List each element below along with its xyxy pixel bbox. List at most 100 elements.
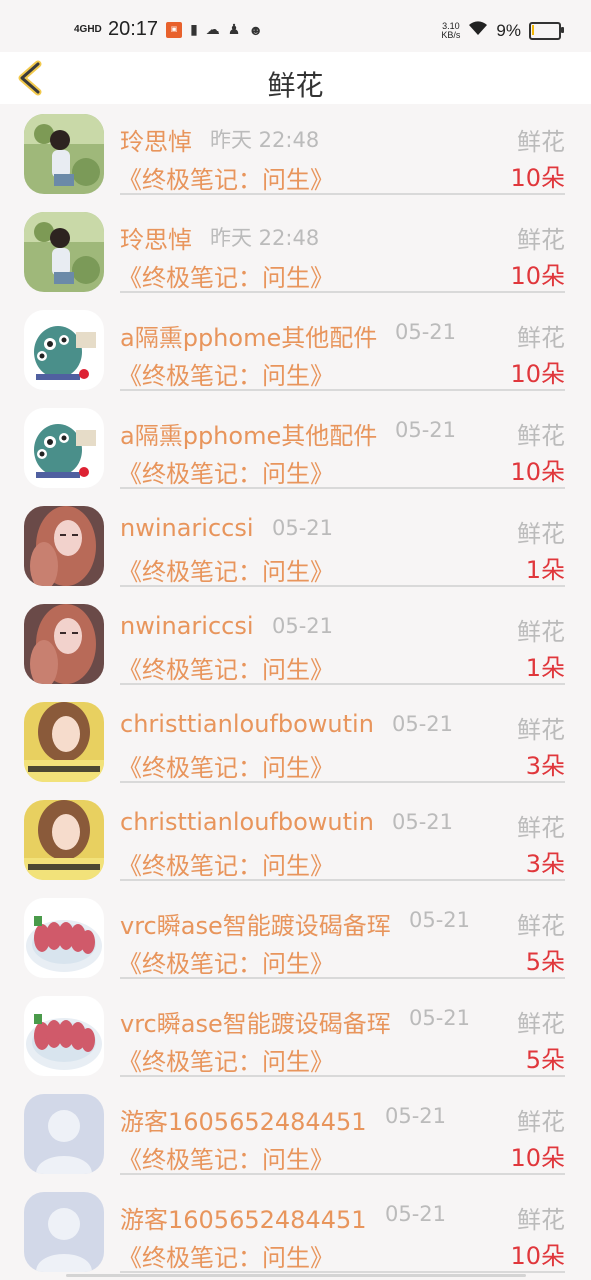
app-notification-icon: ▣ [166,21,183,38]
book-title: 《终极笔记：问生》 [118,460,334,488]
timestamp: 05-21 [395,418,457,442]
gift-type: 鲜花 [517,716,565,744]
user-name: nwinariccsi [120,514,254,542]
avatar[interactable] [24,702,104,782]
book-title: 《终极笔记：问生》 [118,754,334,782]
timestamp: 05-21 [395,320,457,344]
user-name: 游客1605652484451 [120,1206,367,1234]
timestamp: 昨天 22:48 [210,128,320,152]
user-name: christtianloufbowutin [120,808,374,836]
gift-type: 鲜花 [517,520,565,548]
gift-count: 10朵 [510,262,565,290]
avatar[interactable] [24,1192,104,1272]
list-item[interactable]: vrc瞬ase智能踱设碣备珲 05-21 鲜花《终极笔记：问生》 5朵 [0,986,591,1084]
avatar[interactable] [24,506,104,586]
gift-type: 鲜花 [517,324,565,352]
list-item[interactable]: 游客1605652484451 05-21 鲜花 《终极笔记：问生》 10朵 [0,1182,591,1280]
book-title: 《终极笔记：问生》 [118,166,334,194]
gift-type: 鲜花 [517,912,565,940]
gift-count: 3朵 [525,752,565,780]
gift-count: 10朵 [510,360,565,388]
avatar[interactable] [24,898,104,978]
gift-list: 玲思悼 昨天 22:48 鲜花 《终极笔记：问生》 10朵 玲思悼 昨天 22:48 鲜花 《终… [0,104,591,1280]
gift-type: 鲜花 [517,128,565,156]
row-divider [120,487,565,489]
timestamp: 05-21 [385,1104,447,1128]
list-item[interactable]: christtianloufbowutin 05-21 鲜花《终极笔记：问生》 3朵 [0,692,591,790]
clock: 20:17 [108,18,159,40]
timestamp: 05-21 [392,712,454,736]
avatar[interactable] [24,310,104,390]
avatar[interactable] [24,212,104,292]
gift-count: 5朵 [525,948,565,976]
book-title: 《终极笔记：问生》 [118,1146,334,1174]
cloud-icon: ☁ [205,21,220,37]
list-item[interactable]: a隔熏pphome其他配件 05-21 鲜花 《终极笔记：问生》 10朵 [0,300,591,398]
user-name: vrc瞬ase智能踱设碣备珲 [120,1010,391,1038]
battery-level [532,24,534,35]
user-name: nwinariccsi [120,612,254,640]
timestamp: 05-21 [272,614,334,638]
gift-count: 10朵 [510,1242,565,1270]
row-divider [120,1271,565,1273]
navigation-bar: 鲜花 [0,52,591,104]
avatar[interactable] [24,1094,104,1174]
timestamp: 昨天 22:48 [210,226,320,250]
sim-icon: ▮ [190,21,198,37]
user-name: vrc瞬ase智能踱设碣备珲 [120,912,391,940]
row-divider [120,781,565,783]
gift-count: 1朵 [525,654,565,682]
avatar[interactable] [24,800,104,880]
list-item[interactable]: christtianloufbowutin 05-21 鲜花 《终极笔记：问生》 3朵 [0,790,591,888]
list-item[interactable]: vrc瞬ase智能踱设碣备珲 05-21 鲜花 《终极笔记：问生》 5朵 [0,888,591,986]
book-title: 《终极笔记：问生》 [118,558,334,586]
list-item[interactable]: nwinariccsi 05-21 鲜花 《终极笔记：问生》 1朵 [0,496,591,594]
gift-type: 鲜花 [517,1206,565,1234]
gift-count: 5朵 [525,1046,565,1074]
avatar[interactable] [24,604,104,684]
user-name: 游客1605652484451 [120,1108,367,1136]
row-divider [120,977,565,979]
user-name: 玲思悼 [120,128,192,156]
user-name: 玲思悼 [120,226,192,254]
row-divider [120,879,565,881]
list-item[interactable]: a隔熏pphome其他配件 05-21 鲜花 《终极笔记：问生》 10朵 [0,398,591,496]
battery-percent: 9% [496,20,521,40]
row-divider [120,683,565,685]
avatar[interactable] [24,408,104,488]
row-divider [120,193,565,195]
page-title: 鲜花 [267,69,324,102]
row-divider [120,291,565,293]
row-divider [120,585,565,587]
user-name: christtianloufbowutin [120,710,374,738]
book-title: 《终极笔记：问生》 [118,950,334,978]
network-speed: 3.10 KB/s [441,20,461,40]
battery-icon [529,21,564,40]
user-name: a隔熏pphome其他配件 [120,324,378,352]
home-indicator [66,1274,526,1277]
gift-type: 鲜花 [517,1010,565,1038]
gift-type: 鲜花 [517,618,565,646]
avatar[interactable] [24,996,104,1076]
network-indicator: 4GHD [74,23,102,35]
timestamp: 05-21 [272,516,334,540]
book-title: 《终极笔记：问生》 [118,852,334,880]
gift-count: 10朵 [510,1144,565,1172]
row-divider [120,1173,565,1175]
avatar[interactable] [24,114,104,194]
user-name: a隔熏pphome其他配件 [120,422,378,450]
book-title: 《终极笔记：问生》 [118,1048,334,1076]
book-title: 《终极笔记：问生》 [118,656,334,684]
list-item[interactable]: 游客1605652484451 05-21 鲜花 《终极笔记：问生》 10朵 [0,1084,591,1182]
robot-icon: ☻ [248,21,264,38]
list-item[interactable]: nwinariccsi 05-21 鲜花《终极笔记：问生》 1朵 [0,594,591,692]
gift-count: 10朵 [510,164,565,192]
gift-type: 鲜花 [517,814,565,842]
timestamp: 05-21 [385,1202,447,1226]
timestamp: 05-21 [409,1006,471,1030]
list-item[interactable]: 玲思悼 昨天 22:48 鲜花《终极笔记：问生》 10朵 [0,104,591,202]
timestamp: 05-21 [392,810,454,834]
row-divider [120,389,565,391]
list-item[interactable]: 玲思悼 昨天 22:48 鲜花 《终极笔记：问生》 10朵 [0,202,591,300]
row-divider [120,1075,565,1077]
